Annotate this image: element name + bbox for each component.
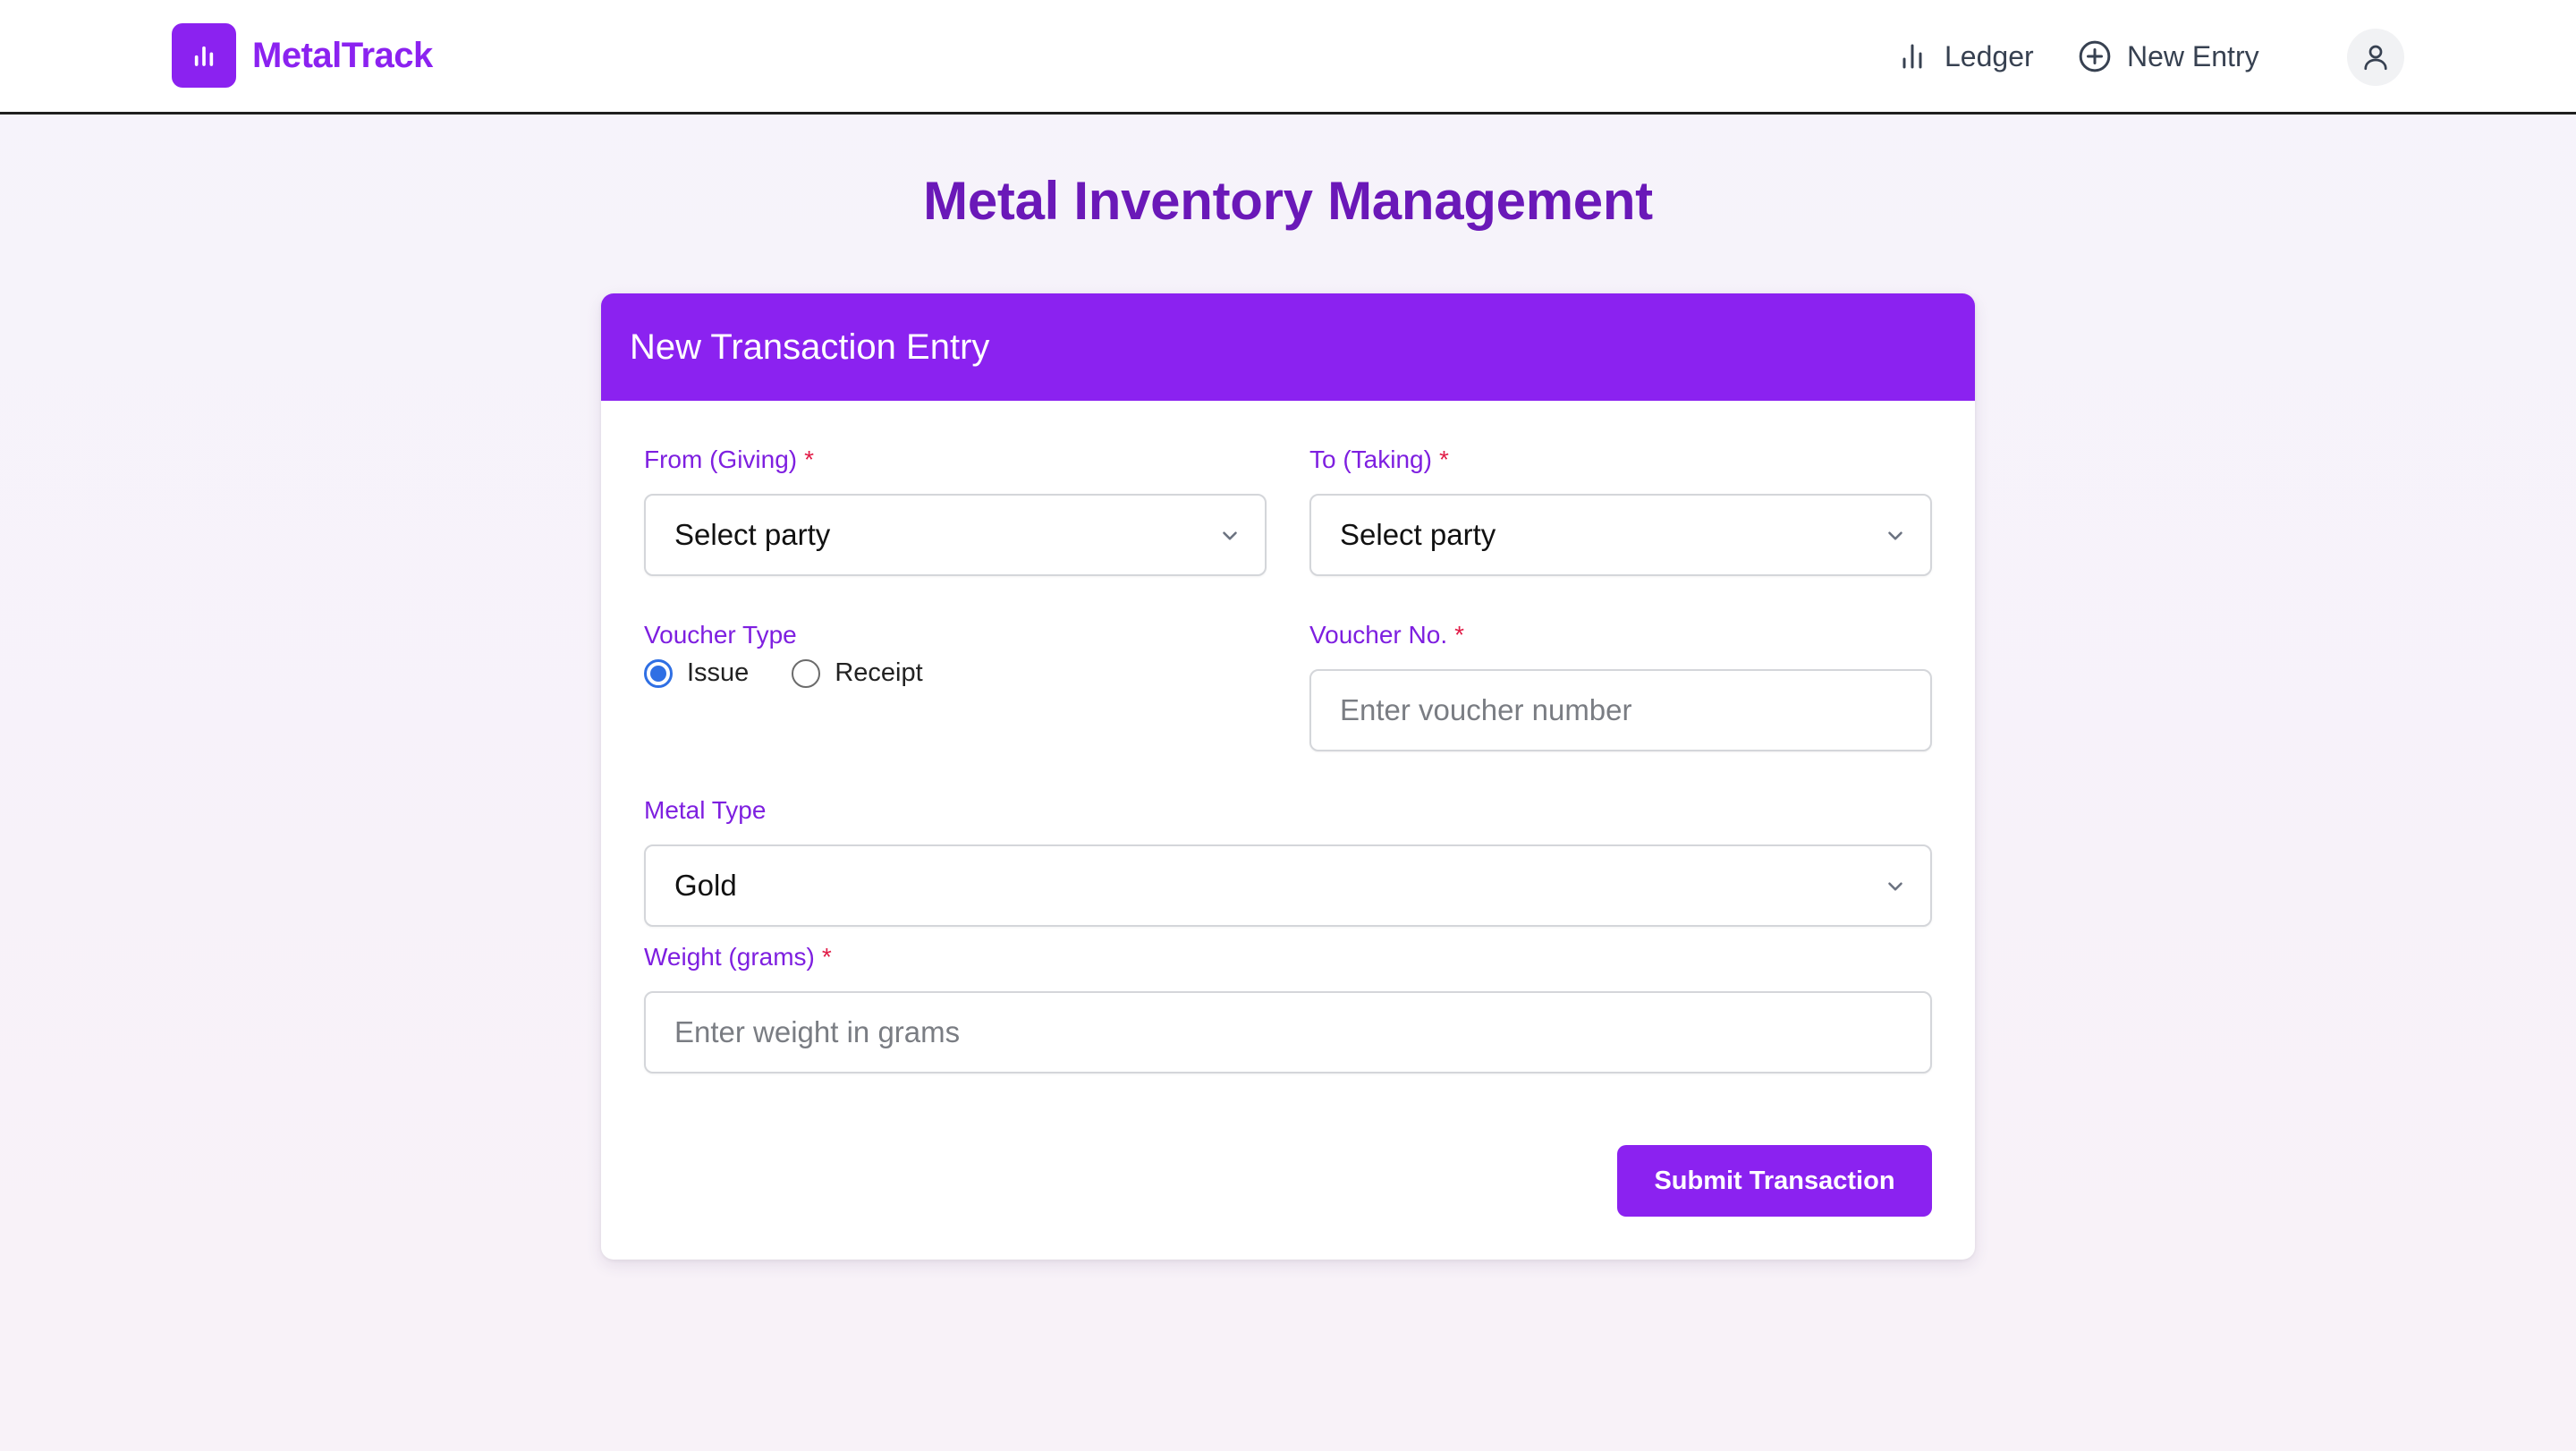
weight-placeholder: Enter weight in grams bbox=[674, 1015, 961, 1048]
from-label-text: From (Giving) bbox=[644, 445, 798, 473]
bar-chart-icon bbox=[1894, 38, 1930, 74]
voucher-type-radio-group: Issue Receipt bbox=[644, 658, 966, 688]
to-party-select[interactable]: Select party bbox=[1309, 494, 1932, 576]
weight-label: Weight (grams) * bbox=[644, 943, 832, 972]
required-marker: * bbox=[1438, 445, 1449, 473]
nav-ledger-link[interactable]: Ledger bbox=[1894, 34, 2034, 79]
to-label-text: To (Taking) bbox=[1309, 445, 1432, 473]
metal-type-label: Metal Type bbox=[644, 796, 767, 824]
card-header: New Transaction Entry bbox=[601, 293, 1975, 401]
brand-name: MetalTrack bbox=[252, 35, 433, 75]
from-party-select[interactable]: Select party bbox=[644, 494, 1267, 576]
chevron-down-icon bbox=[1888, 882, 1902, 891]
required-marker: * bbox=[1454, 621, 1465, 649]
to-party-value: Select party bbox=[1340, 518, 1496, 551]
from-party-value: Select party bbox=[674, 518, 831, 551]
required-marker: * bbox=[804, 445, 815, 473]
weight-label-text: Weight (grams) bbox=[644, 943, 815, 971]
plus-circle-icon bbox=[2077, 38, 2113, 74]
voucher-number-input[interactable]: Enter voucher number bbox=[1309, 669, 1932, 751]
radio-issue-label[interactable]: Issue bbox=[687, 658, 749, 688]
card-title: New Transaction Entry bbox=[630, 327, 990, 367]
brand[interactable]: MetalTrack bbox=[172, 23, 433, 88]
radio-receipt-label[interactable]: Receipt bbox=[835, 658, 922, 688]
from-label: From (Giving) * bbox=[644, 445, 814, 474]
to-label: To (Taking) * bbox=[1309, 445, 1449, 474]
voucher-no-label-text: Voucher No. bbox=[1309, 621, 1448, 649]
voucher-number-placeholder: Enter voucher number bbox=[1340, 693, 1632, 726]
submit-transaction-button[interactable]: Submit Transaction bbox=[1617, 1145, 1932, 1217]
transaction-form-card: New Transaction Entry From (Giving) * Sel… bbox=[601, 293, 1975, 1260]
user-icon bbox=[2364, 45, 2387, 71]
chevron-down-icon bbox=[1223, 531, 1237, 540]
radio-issue[interactable] bbox=[644, 658, 673, 688]
user-avatar-button[interactable] bbox=[2347, 29, 2404, 86]
chevron-down-icon bbox=[1888, 531, 1902, 540]
logo-bar-chart-icon bbox=[172, 23, 236, 88]
top-navbar: MetalTrack Ledger New Entry bbox=[0, 0, 2576, 115]
nav-new-entry-link[interactable]: New Entry bbox=[2077, 34, 2259, 79]
weight-input[interactable]: Enter weight in grams bbox=[644, 991, 1932, 1073]
voucher-no-label: Voucher No. * bbox=[1309, 621, 1464, 649]
required-marker: * bbox=[821, 943, 832, 971]
nav-new-entry-label: New Entry bbox=[2127, 39, 2259, 72]
nav-ledger-label: Ledger bbox=[1945, 39, 2034, 72]
page-title: Metal Inventory Management bbox=[923, 171, 1653, 231]
radio-receipt[interactable] bbox=[792, 658, 821, 688]
voucher-type-label: Voucher Type bbox=[644, 621, 797, 649]
metal-type-value: Gold bbox=[674, 869, 737, 902]
metal-type-select[interactable]: Gold bbox=[644, 844, 1932, 927]
